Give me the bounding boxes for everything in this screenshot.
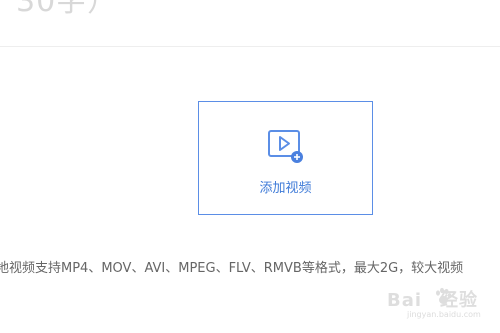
baidu-jingyan-watermark: Bai 经验 jingyan.baidu.com bbox=[387, 286, 499, 324]
header-divider bbox=[0, 46, 500, 47]
add-video-button[interactable]: 添加视频 bbox=[198, 101, 373, 215]
watermark-url: jingyan.baidu.com bbox=[407, 310, 481, 319]
add-video-label: 添加视频 bbox=[259, 181, 312, 196]
video-add-icon bbox=[268, 130, 304, 164]
supported-formats-note: 地视频支持MP4、MOV、AVI、MPEG、FLV、RMVB等格式，最大2G，较… bbox=[0, 261, 464, 276]
page-title-partial: 30字） bbox=[16, 0, 119, 19]
paw-icon bbox=[433, 287, 453, 307]
